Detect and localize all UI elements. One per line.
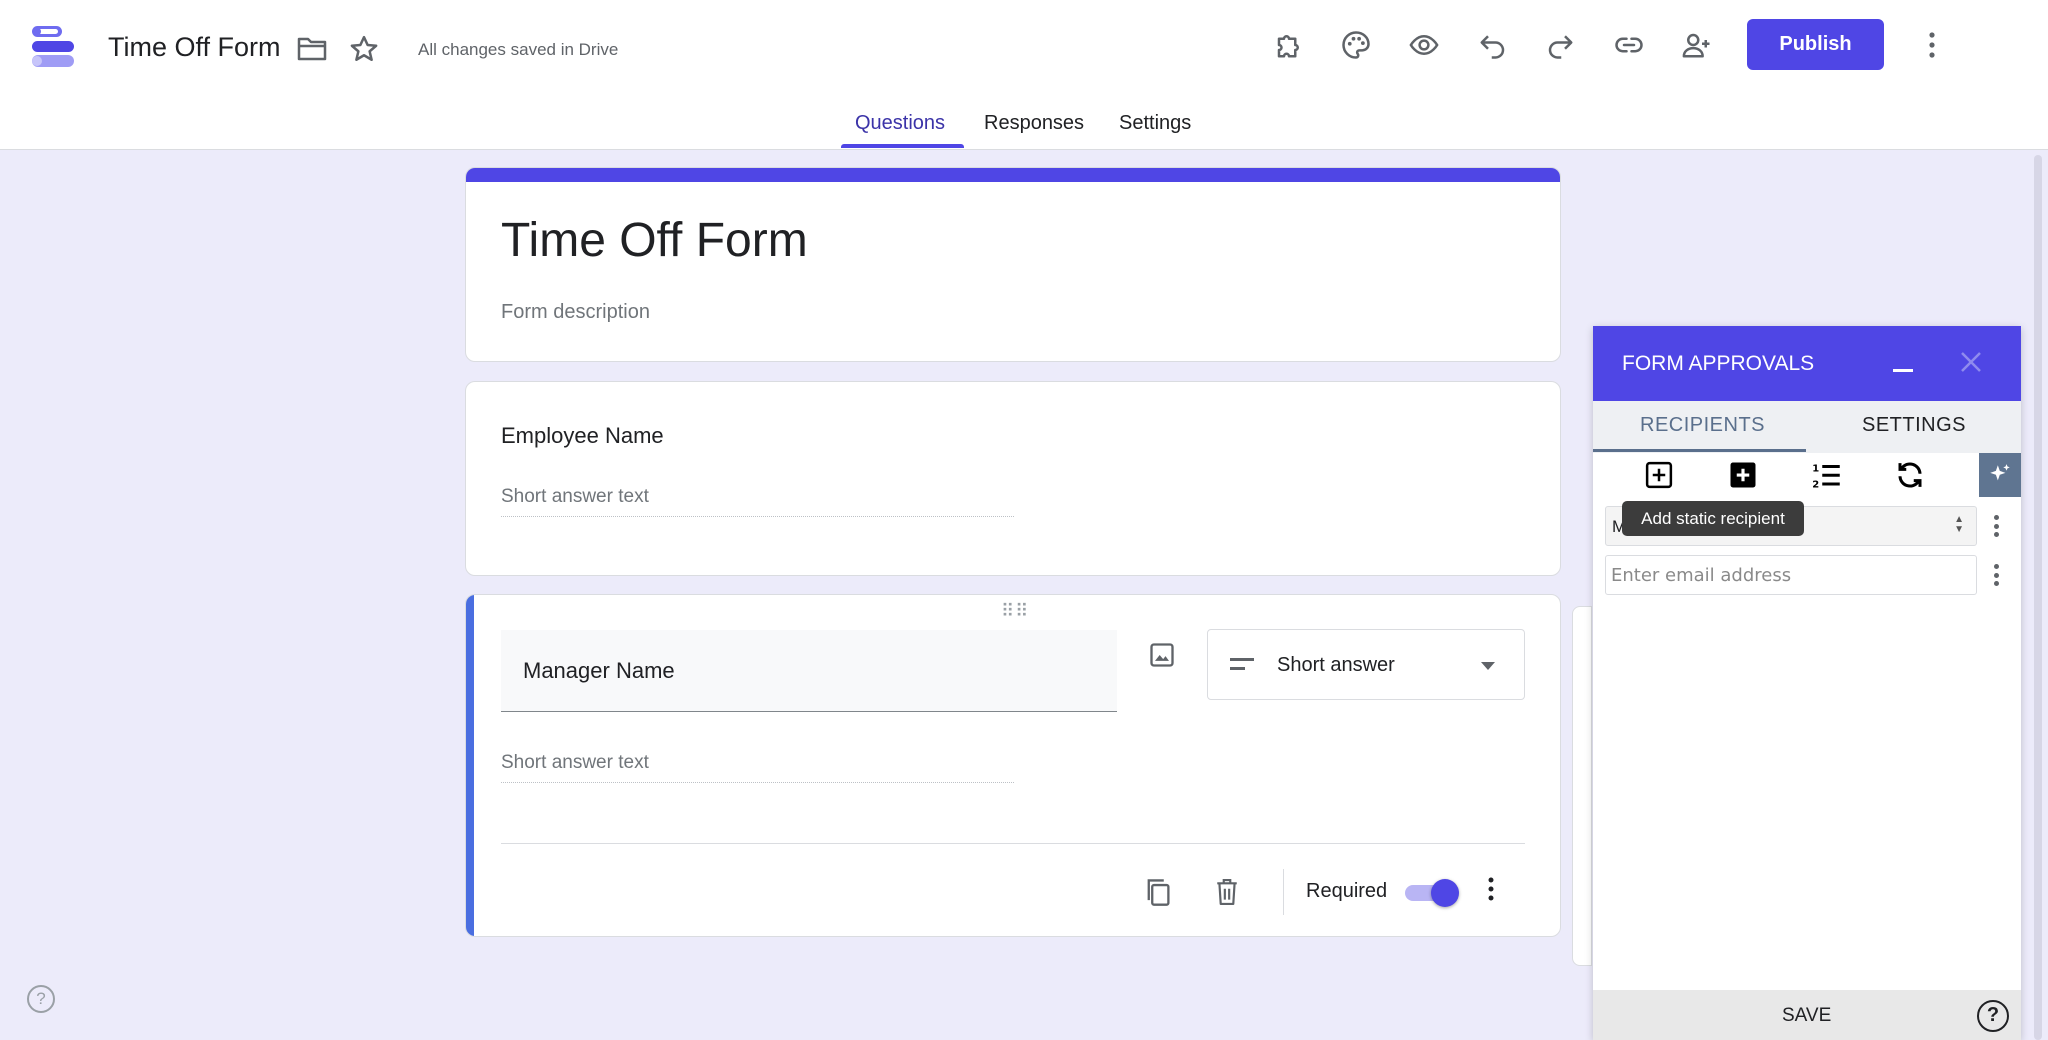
save-button[interactable]: SAVE [1782,1005,1831,1027]
required-toggle[interactable] [1405,879,1459,907]
tab-responses[interactable]: Responses [984,112,1084,135]
document-title[interactable]: Time Off Form [108,32,281,63]
question-title: Manager Name [523,658,675,683]
question-card-manager-name[interactable]: ⠿⠿ Manager Name Short answer Short answe… [465,594,1561,937]
panel-tabs: RECIPIENTS SETTINGS [1593,401,2021,453]
folder-icon[interactable] [292,29,332,69]
form-title[interactable]: Time Off Form [501,213,808,268]
star-icon[interactable] [344,29,384,69]
add-collaborator-icon[interactable] [1677,25,1717,65]
ordered-list-icon[interactable]: 12 [1810,459,1842,491]
delete-icon[interactable] [1207,872,1247,912]
page-help-icon[interactable]: ? [27,985,55,1013]
email-field[interactable] [1605,555,1977,595]
more-vert-icon[interactable] [1912,25,1952,65]
form-tabs: Questions Responses Settings [0,106,2048,150]
refresh-icon[interactable] [1894,459,1926,491]
svg-text:2: 2 [1812,480,1819,491]
short-answer-icon [1230,658,1254,670]
panel-header: FORM APPROVALS [1593,326,2021,401]
required-label: Required [1306,880,1388,902]
panel-footer: SAVE ? [1593,990,2021,1040]
question-card-employee-name[interactable]: Employee Name Short answer text [465,381,1561,576]
active-panel-tab-indicator [1593,449,1806,452]
add-field-recipient-icon[interactable] [1727,459,1759,491]
floating-toolbar-card [1572,606,1592,966]
theme-band [466,168,1560,182]
publish-button[interactable]: Publish [1747,19,1884,70]
chevron-down-icon [1481,662,1495,670]
footer-divider [1283,869,1284,915]
duplicate-icon[interactable] [1138,872,1178,912]
tab-approval-settings[interactable]: SETTINGS [1862,414,1966,437]
question-type-label: Short answer [1277,654,1395,676]
tab-questions[interactable]: Questions [855,112,945,135]
drag-handle-icon[interactable]: ⠿⠿ [1001,601,1029,622]
minimize-icon[interactable] [1883,344,1923,384]
question-footer-divider [501,843,1525,844]
active-question-indicator [466,595,474,936]
question-title-input[interactable]: Manager Name [501,630,1117,712]
add-static-recipient-icon[interactable] [1643,459,1675,491]
tooltip: Add static recipient [1622,501,1804,536]
close-icon[interactable] [1951,342,1991,382]
question-title[interactable]: Employee Name [501,423,664,449]
tab-recipients[interactable]: RECIPIENTS [1640,414,1765,437]
form-header-card[interactable]: Time Off Form Form description [465,167,1561,362]
undo-icon[interactable] [1473,25,1513,65]
recipients-toolbar: 12 [1593,453,2021,497]
form-description[interactable]: Form description [501,301,650,324]
email-more-icon[interactable] [1987,560,2005,590]
link-icon[interactable] [1609,25,1649,65]
preview-eye-icon[interactable] [1404,25,1444,65]
page-scrollbar[interactable] [2034,155,2042,1040]
add-image-icon[interactable] [1142,635,1182,675]
addon-icon[interactable] [1269,25,1309,65]
app-header: Time Off Form All changes saved in Drive… [0,0,2048,150]
question-more-icon[interactable] [1471,869,1511,909]
help-icon[interactable]: ? [1977,1000,2009,1032]
svg-text:1: 1 [1812,463,1819,474]
palette-icon[interactable] [1336,25,1376,65]
ai-sparkle-button[interactable] [1979,453,2021,497]
tab-settings[interactable]: Settings [1119,112,1191,135]
sparkle-icon [1990,464,2010,481]
toggle-knob [1431,879,1459,907]
short-answer-placeholder: Short answer text [501,752,1014,783]
recipient-select-more-icon[interactable] [1987,511,2005,541]
select-arrows-icon: ▲ ▼ [1954,514,1964,535]
redo-icon[interactable] [1540,25,1580,65]
question-type-select[interactable]: Short answer [1207,629,1525,700]
save-status: All changes saved in Drive [418,40,619,59]
short-answer-placeholder: Short answer text [501,486,1014,517]
form-approvals-panel: FORM APPROVALS RECIPIENTS SETTINGS 12 Ad… [1593,326,2021,1040]
panel-title: FORM APPROVALS [1622,352,1815,375]
forms-logo-icon[interactable] [28,24,78,70]
active-tab-indicator [841,144,964,148]
